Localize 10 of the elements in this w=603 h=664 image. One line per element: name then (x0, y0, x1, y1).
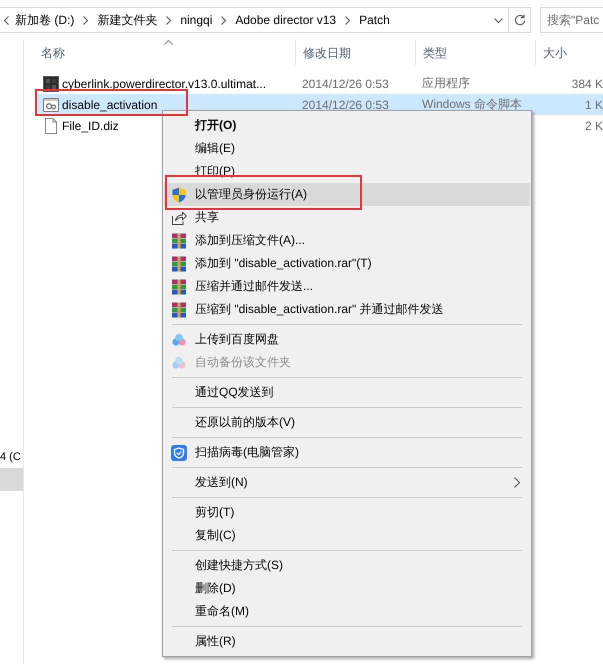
file-date: 2014/12/26 0:53 (301, 98, 389, 112)
file-type: Windows 命令脚本 (421, 96, 522, 113)
file-name: File_ID.diz (62, 118, 119, 132)
file-size: 1 K (584, 98, 603, 112)
file-name: cyberlink.powerdirector.v13.0.ultimat... (62, 76, 266, 90)
file-size: 384 K (572, 76, 603, 90)
file-name: disable_activation (62, 98, 158, 112)
file-type: 应用程序 (421, 75, 470, 92)
file-date: 2014/12/26 0:53 (301, 76, 389, 90)
file-size: 2 K (584, 118, 603, 132)
